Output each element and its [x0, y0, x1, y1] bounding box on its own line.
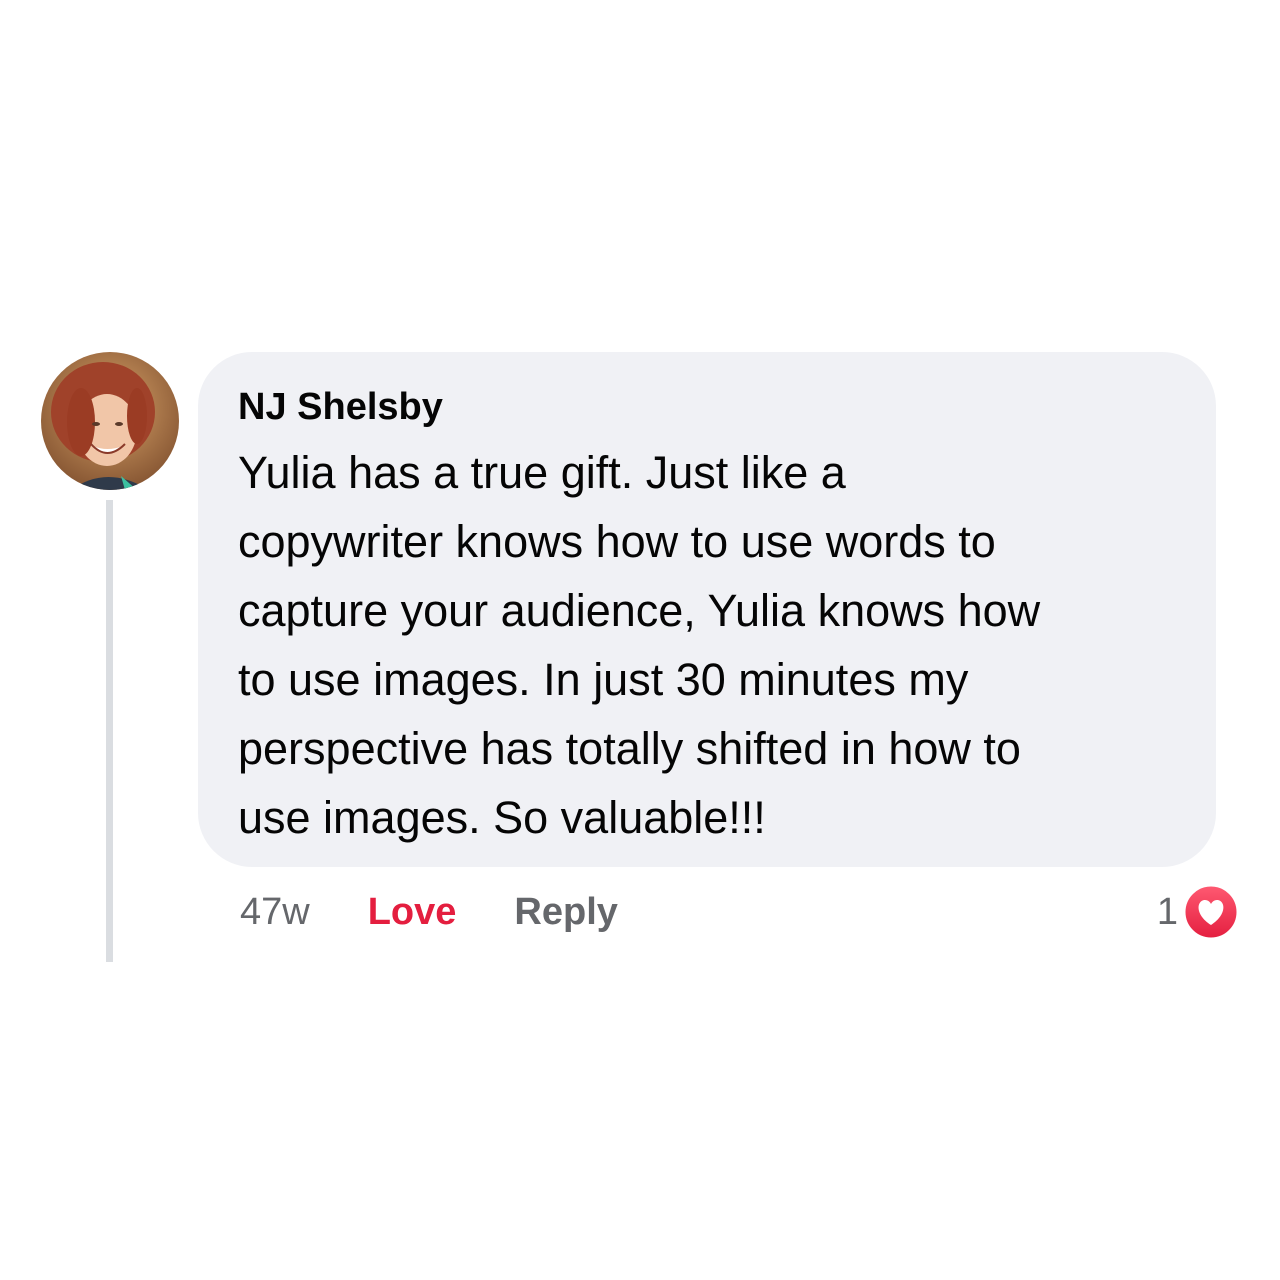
comment-actions: 47w Love Reply	[240, 882, 618, 942]
reaction-summary[interactable]: 1	[1157, 882, 1240, 942]
comment-timestamp[interactable]: 47w	[240, 891, 310, 934]
reply-button[interactable]: Reply	[514, 891, 617, 934]
comment-text: Yulia has a true gift. Just like a copyw…	[238, 447, 1041, 843]
avatar[interactable]	[41, 352, 179, 490]
reaction-count: 1	[1156, 890, 1178, 933]
user-avatar-photo	[41, 352, 179, 490]
thread-line	[106, 500, 113, 962]
love-button[interactable]: Love	[368, 891, 457, 934]
comment-bubble: NJ Shelsby Yulia has a true gift. Just l…	[198, 352, 1216, 867]
heart-icon	[1182, 883, 1240, 941]
comment-author[interactable]: NJ Shelsby	[238, 382, 1176, 432]
